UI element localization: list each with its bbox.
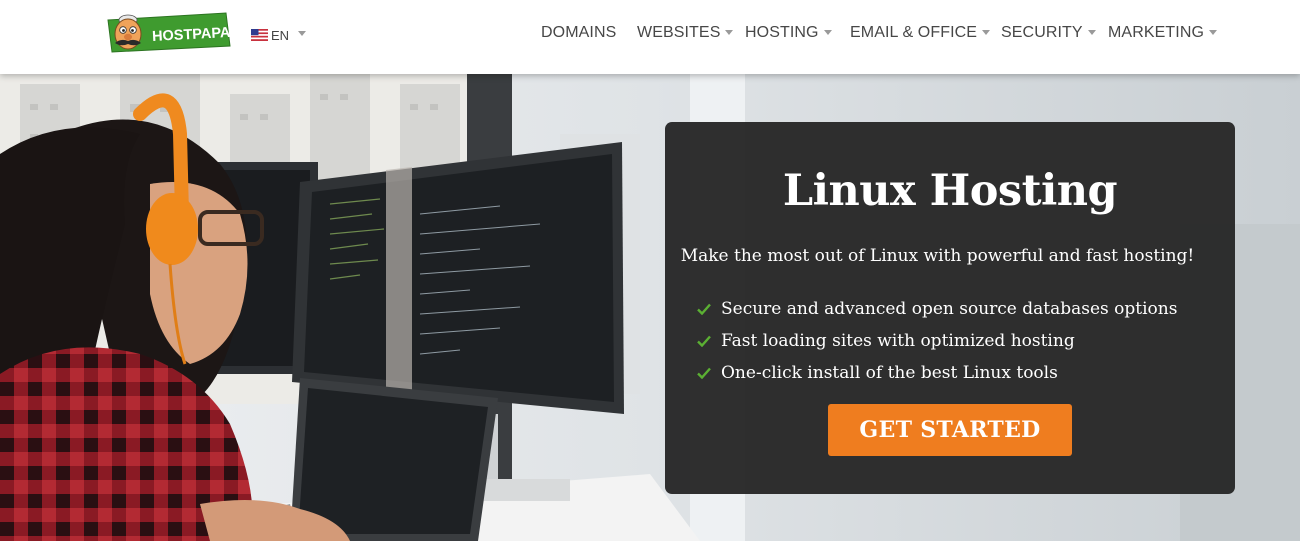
hero-section: Linux Hosting Make the most out of Linux… xyxy=(0,74,1300,541)
nav-label: SECURITY xyxy=(1001,24,1083,41)
hero-subtitle: Make the most out of Linux with powerful… xyxy=(680,246,1195,266)
feature-text: Fast loading sites with optimized hostin… xyxy=(721,331,1075,351)
site-header: HOSTPAPA EN DOMAINS WEBSITES HOSTING EMA… xyxy=(0,0,1300,74)
checkmark-icon xyxy=(697,367,711,379)
language-code: EN xyxy=(271,27,290,43)
checkmark-icon xyxy=(697,303,711,315)
feature-item: Secure and advanced open source database… xyxy=(697,293,1177,325)
hero-title: Linux Hosting xyxy=(782,166,1118,216)
checkmark-icon xyxy=(697,335,711,347)
nav-label: DOMAINS xyxy=(541,24,617,41)
chevron-down-icon xyxy=(982,30,991,35)
feature-text: One-click install of the best Linux tool… xyxy=(721,363,1058,383)
hostpapa-logo[interactable]: HOSTPAPA xyxy=(104,10,232,56)
nav-email-office[interactable]: EMAIL & OFFICE xyxy=(850,24,991,42)
feature-item: Fast loading sites with optimized hostin… xyxy=(697,325,1177,357)
get-started-button[interactable]: GET STARTED xyxy=(828,404,1072,456)
chevron-down-icon xyxy=(1087,30,1096,35)
nav-label: HOSTING xyxy=(745,24,819,41)
nav-domains[interactable]: DOMAINS xyxy=(541,24,616,42)
chevron-down-icon xyxy=(298,30,307,36)
us-flag-icon xyxy=(251,29,268,41)
nav-label: EMAIL & OFFICE xyxy=(850,24,978,41)
nav-marketing[interactable]: MARKETING xyxy=(1108,24,1218,42)
nav-websites[interactable]: WEBSITES xyxy=(637,24,734,42)
chevron-down-icon xyxy=(823,30,832,35)
nav-label: MARKETING xyxy=(1108,24,1205,41)
feature-item: One-click install of the best Linux tool… xyxy=(697,357,1177,389)
hero-card: Linux Hosting Make the most out of Linux… xyxy=(665,122,1235,494)
nav-hosting[interactable]: HOSTING xyxy=(745,24,832,42)
language-selector[interactable]: EN xyxy=(251,26,307,44)
chevron-down-icon xyxy=(1209,30,1218,35)
nav-label: WEBSITES xyxy=(637,24,721,41)
feature-list: Secure and advanced open source database… xyxy=(697,293,1177,389)
chevron-down-icon xyxy=(725,30,734,35)
feature-text: Secure and advanced open source database… xyxy=(721,299,1178,319)
nav-security[interactable]: SECURITY xyxy=(1001,24,1096,42)
